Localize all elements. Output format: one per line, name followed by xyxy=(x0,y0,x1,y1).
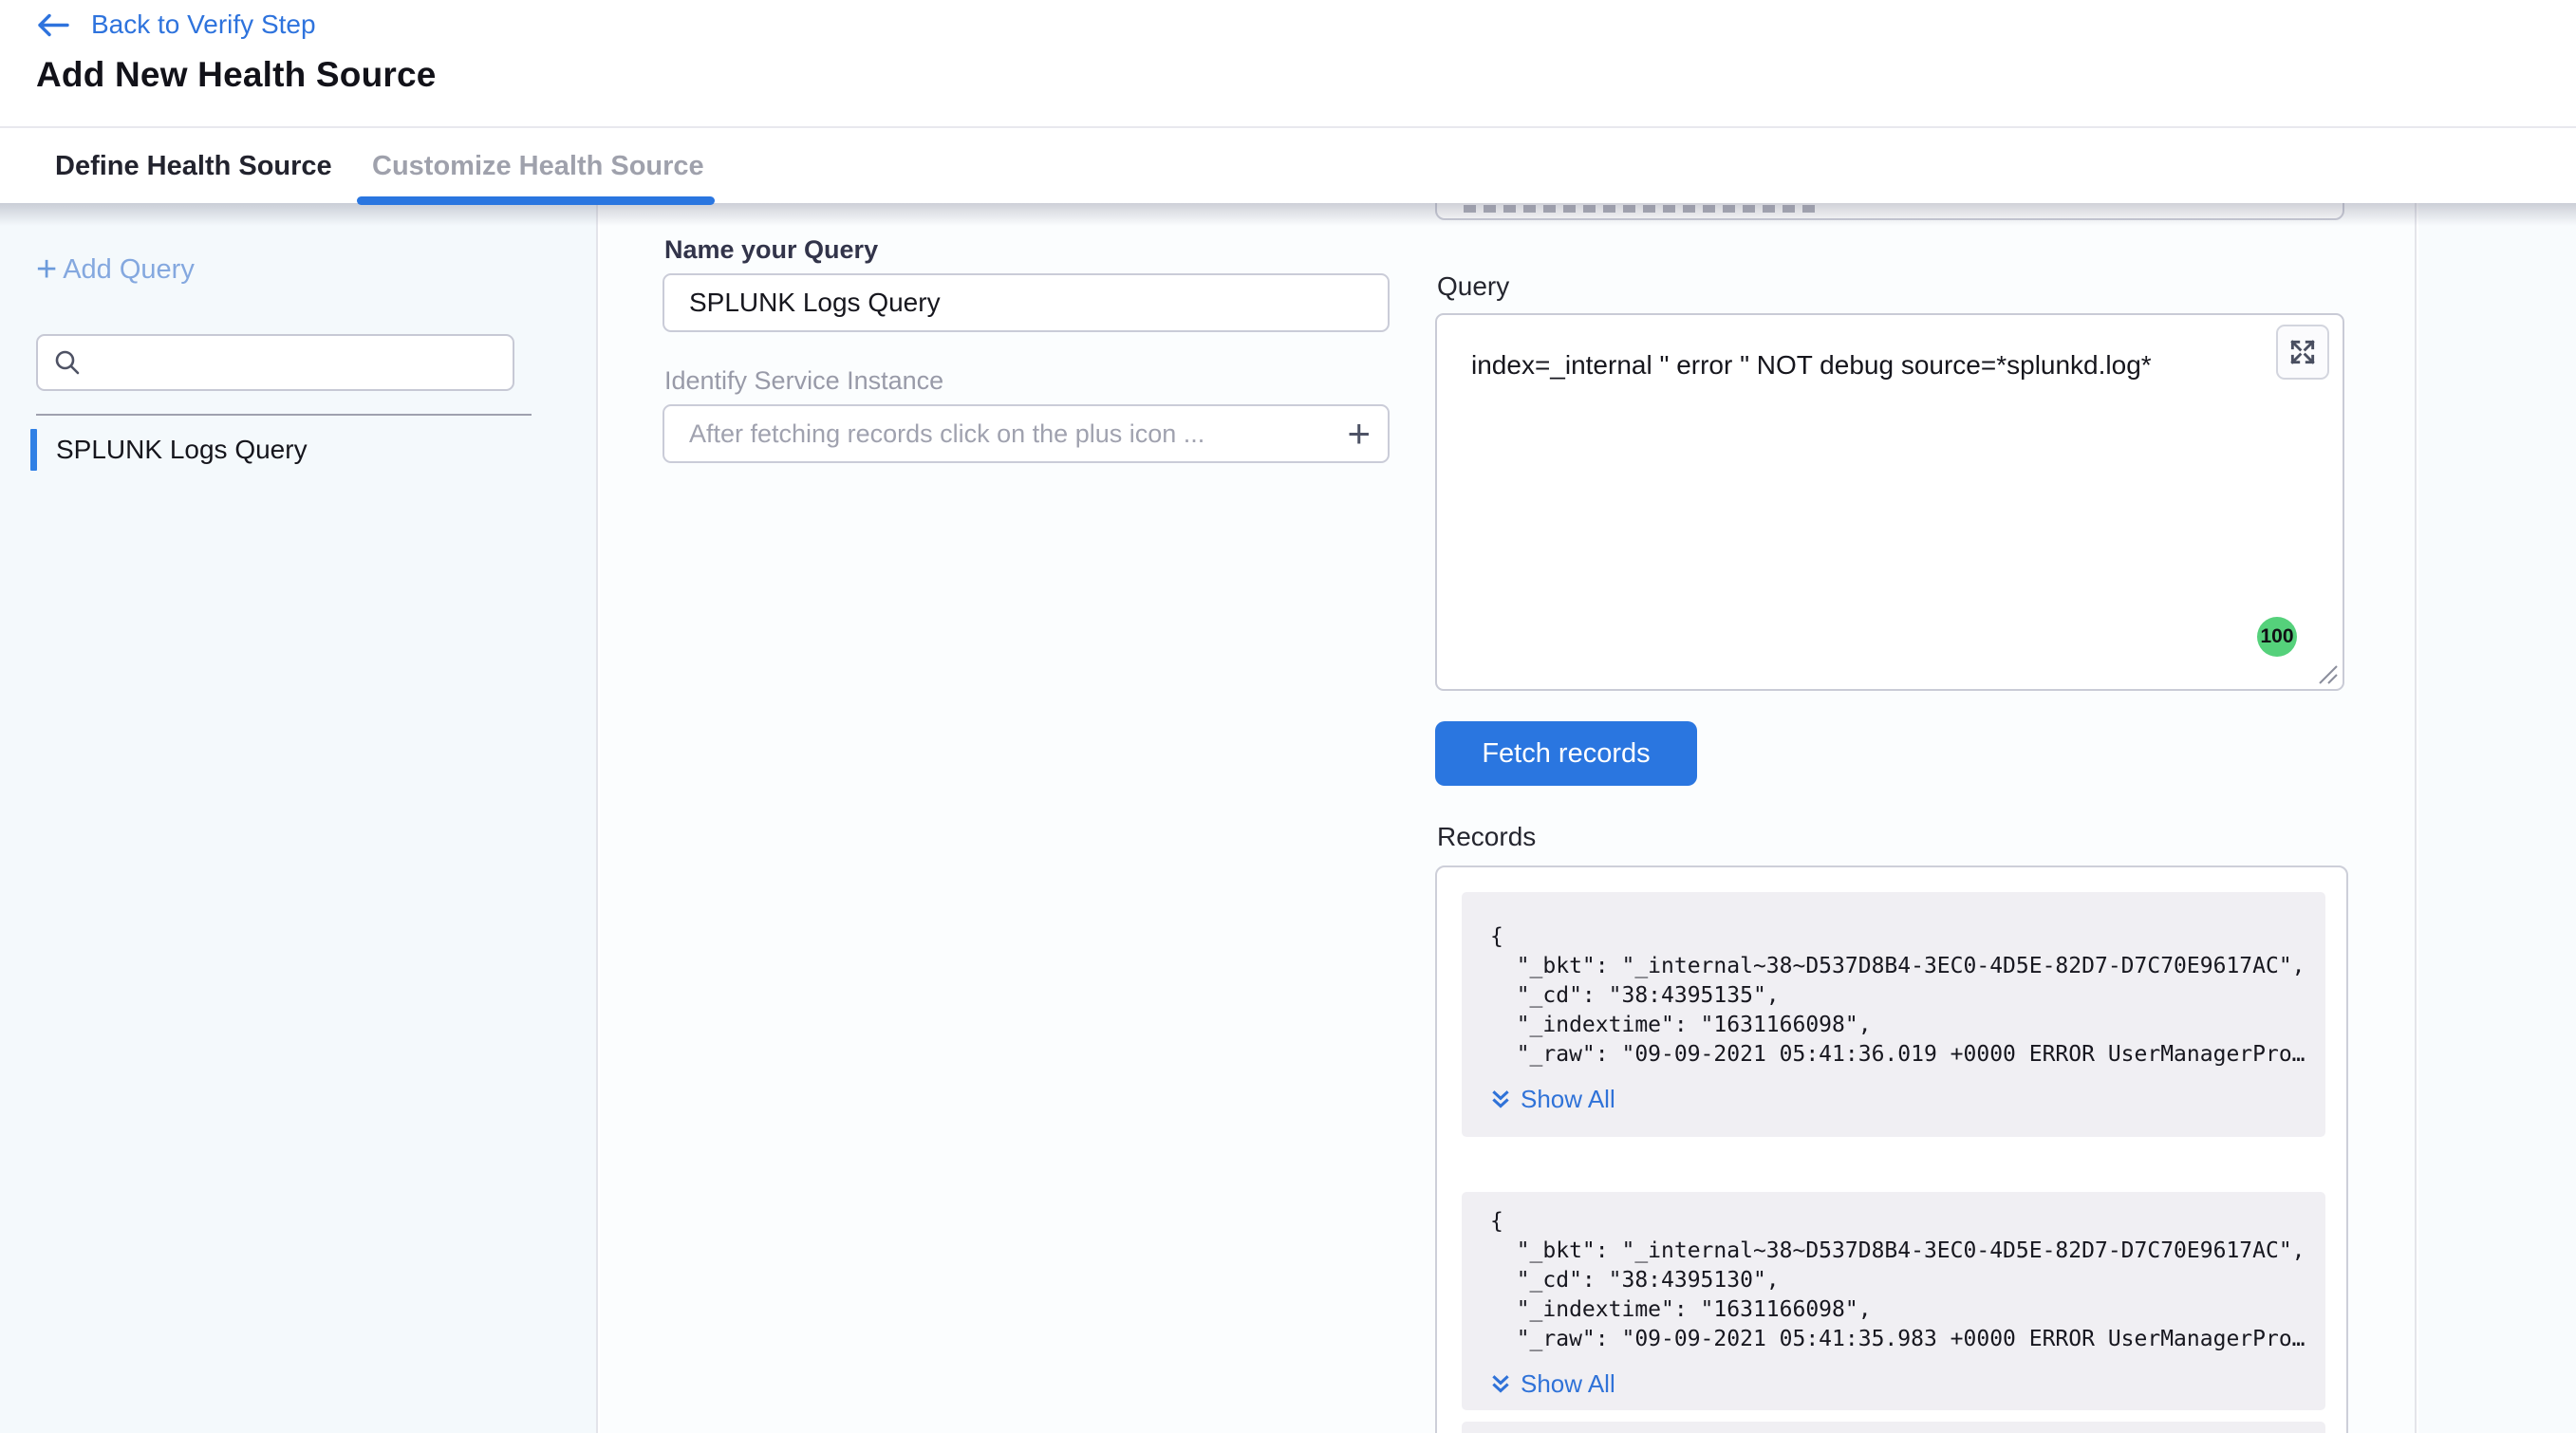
identify-service-instance-label: Identify Service Instance xyxy=(664,366,943,396)
add-query-label: Add Query xyxy=(63,254,195,286)
customize-panel: Name your Query Identify Service Instanc… xyxy=(600,203,2417,1433)
show-all-label: Show All xyxy=(1521,1085,1615,1114)
back-link[interactable]: Back to Verify Step xyxy=(36,9,316,40)
resize-grip-icon[interactable] xyxy=(2314,661,2339,685)
records-label: Records xyxy=(1437,822,1536,852)
query-section: Query index=_internal " error " NOT debu… xyxy=(1435,203,2346,1433)
record-card-partial xyxy=(1462,1422,2325,1433)
back-arrow-icon xyxy=(36,12,70,38)
plus-icon: + xyxy=(36,252,57,287)
record-json: { "_bkt": "_internal~38~D537D8B4-3EC0-4D… xyxy=(1490,892,2325,1070)
double-chevron-down-icon xyxy=(1490,1373,1511,1396)
expand-icon xyxy=(2287,337,2318,367)
add-service-instance-plus-icon[interactable]: + xyxy=(1347,408,1371,459)
search-input[interactable] xyxy=(93,336,513,389)
add-health-source-screen: Back to Verify Step Add New Health Sourc… xyxy=(0,0,2576,1433)
sidebar-item-splunk-logs-query[interactable]: SPLUNK Logs Query xyxy=(30,429,308,471)
tab-define-health-source[interactable]: Define Health Source xyxy=(55,128,332,205)
record-card: { "_bkt": "_internal~38~D537D8B4-3EC0-4D… xyxy=(1462,1192,2325,1410)
show-all-label: Show All xyxy=(1521,1369,1615,1399)
query-editor: index=_internal " error " NOT debug sour… xyxy=(1435,313,2344,691)
active-tab-underline xyxy=(357,196,715,205)
query-name-input[interactable] xyxy=(663,273,1390,332)
query-search-box xyxy=(36,334,514,391)
show-all-link[interactable]: Show All xyxy=(1490,1085,2325,1114)
search-icon xyxy=(53,348,82,377)
tab-customize-health-source[interactable]: Customize Health Source xyxy=(372,128,704,205)
show-all-link[interactable]: Show All xyxy=(1490,1369,2325,1399)
expand-query-button[interactable] xyxy=(2276,325,2329,380)
page-title: Add New Health Source xyxy=(36,55,437,95)
query-list-sidebar: + Add Query SPLUNK Logs Query xyxy=(0,203,598,1433)
page-header: Back to Verify Step Add New Health Sourc… xyxy=(0,0,2576,203)
selected-indicator-bar xyxy=(30,429,37,471)
records-container: { "_bkt": "_internal~38~D537D8B4-3EC0-4D… xyxy=(1435,865,2348,1433)
add-query-button[interactable]: + Add Query xyxy=(36,252,195,287)
fetch-records-button[interactable]: Fetch records xyxy=(1435,721,1697,786)
query-item-label: SPLUNK Logs Query xyxy=(56,435,308,465)
double-chevron-down-icon xyxy=(1490,1089,1511,1111)
back-link-label: Back to Verify Step xyxy=(91,9,316,40)
record-count-badge: 100 xyxy=(2257,617,2297,657)
tab-bar: Define Health Source Customize Health So… xyxy=(0,126,2576,203)
service-instance-input[interactable] xyxy=(663,404,1390,463)
query-label: Query xyxy=(1437,271,1509,302)
clipped-text-fragments xyxy=(1464,205,1817,213)
service-instance-field: + xyxy=(663,404,1390,463)
query-textarea[interactable]: index=_internal " error " NOT debug sour… xyxy=(1471,347,2268,661)
name-your-query-label: Name your Query xyxy=(664,235,878,265)
record-json: { "_bkt": "_internal~38~D537D8B4-3EC0-4D… xyxy=(1490,1192,2325,1354)
sidebar-divider xyxy=(36,414,532,416)
record-card: { "_bkt": "_internal~38~D537D8B4-3EC0-4D… xyxy=(1462,892,2325,1137)
right-panel xyxy=(2418,203,2576,1433)
